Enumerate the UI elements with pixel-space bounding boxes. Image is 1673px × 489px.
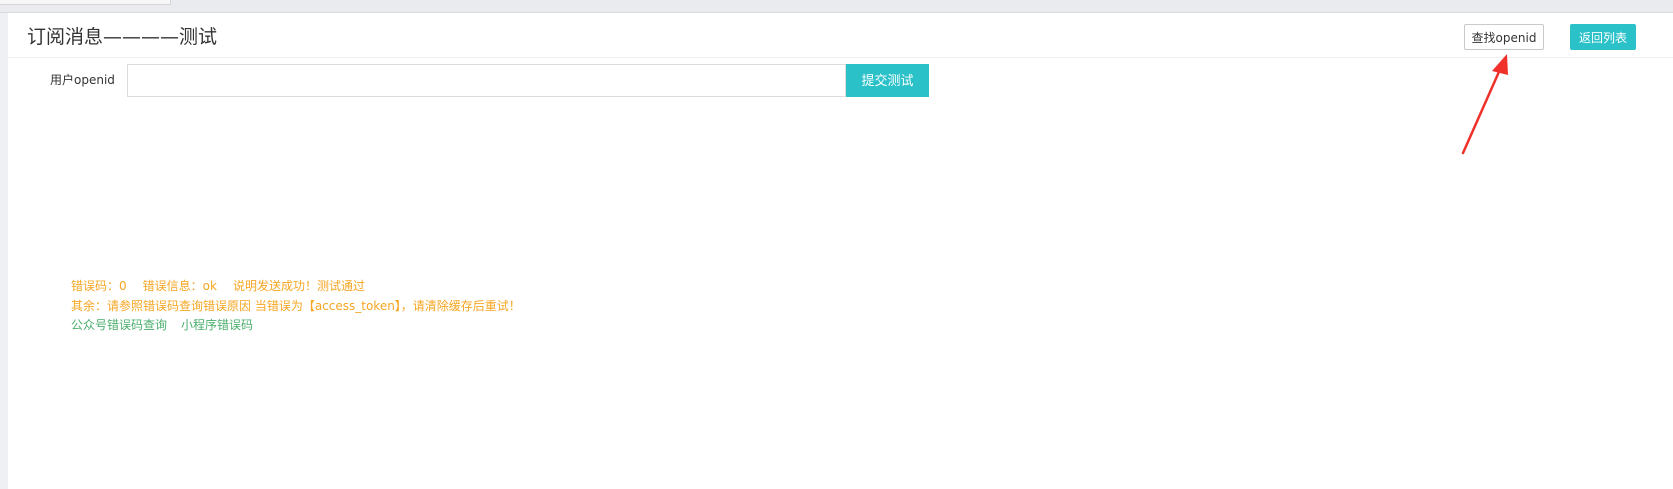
tab-remnant	[0, 0, 171, 5]
error-code-label: 错误码：	[71, 279, 120, 293]
annotation-arrow-icon	[1461, 54, 1508, 155]
openid-field-label: 用户openid	[50, 73, 115, 87]
top-tab-strip	[0, 0, 1673, 13]
page-header: 订阅消息————测试 查找openid 返回列表	[8, 13, 1673, 58]
explain-text: 说明发送成功！测试通过	[232, 279, 365, 293]
result-links-line: 公众号错误码查询 小程序错误码	[71, 316, 521, 336]
openid-input[interactable]	[127, 64, 846, 97]
back-to-list-button[interactable]: 返回列表	[1570, 24, 1636, 50]
error-msg-label: 错误信息：	[142, 279, 203, 293]
mp-error-code-link[interactable]: 公众号错误码查询	[71, 318, 167, 332]
error-code-value: 0	[119, 279, 127, 293]
submit-test-button[interactable]: 提交测试	[846, 64, 929, 97]
error-msg-value: ok	[202, 279, 217, 293]
page-title: 订阅消息————测试	[27, 26, 218, 48]
miniprogram-error-code-link[interactable]: 小程序错误码	[181, 318, 253, 332]
result-other-line: 其余：请参照错误码查询错误原因 当错误为【access_token】，请清除缓存…	[71, 298, 521, 313]
find-openid-button[interactable]: 查找openid	[1464, 24, 1544, 50]
result-status-line: 错误码：0 错误信息：ok 说明发送成功！测试通过	[71, 277, 521, 297]
result-block: 错误码：0 错误信息：ok 说明发送成功！测试通过 其余：请参照错误码查询错误原因 …	[71, 277, 521, 336]
main-panel: 订阅消息————测试 查找openid 返回列表 用户openid 提交测试 错…	[8, 13, 1673, 489]
